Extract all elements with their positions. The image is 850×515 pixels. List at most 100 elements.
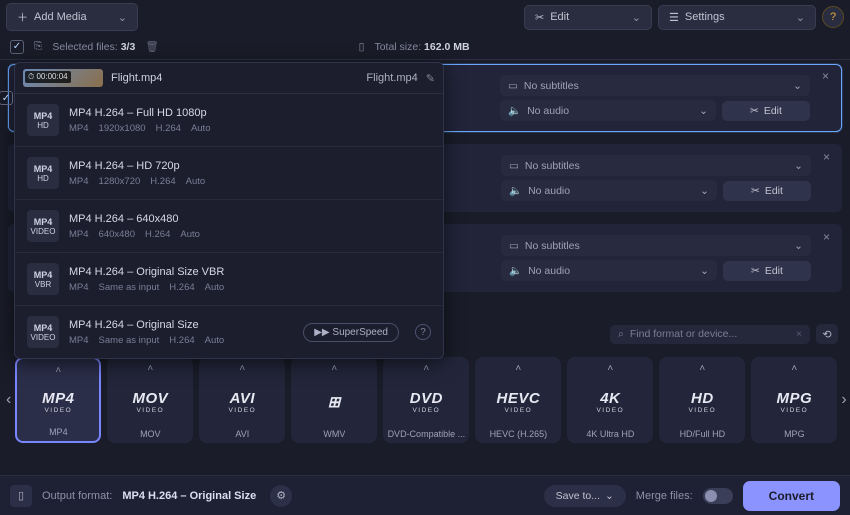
format-card-hevc-h-265-[interactable]: ˄ HEVC VIDEO HEVC (H.265) [475, 357, 561, 443]
audio-select[interactable]: 🔈 No audio ⌄ [501, 180, 717, 201]
format-label: AVI [235, 429, 249, 443]
edit-button[interactable]: ✂ Edit [723, 261, 811, 281]
scissors-icon: ✂ [751, 265, 760, 277]
format-label: WMV [323, 429, 345, 443]
add-media-button[interactable]: ＋ Add Media ⌄ [6, 3, 138, 31]
selected-files-label: Selected files: 3/3 [52, 41, 135, 53]
chevron-up-icon: ˄ [515, 363, 521, 374]
audio-value: No audio [527, 105, 569, 117]
superspeed-badge: ▶▶ SuperSpeed [303, 323, 399, 342]
merge-files-label: Merge files: [636, 490, 693, 502]
settings-menu-label: Settings [685, 11, 725, 23]
preset-meta: MP41280x720H.264Auto [69, 176, 431, 187]
help-button[interactable]: ? [822, 6, 844, 28]
settings-icon: ☰ [669, 11, 679, 24]
preset-title: MP4 H.264 – Original Size [69, 319, 293, 331]
format-card-mov[interactable]: ˄ MOV VIDEO MOV [107, 357, 193, 443]
scroll-left-button[interactable]: ‹ [6, 360, 11, 440]
add-media-label: Add Media [34, 11, 87, 23]
close-icon[interactable]: × [819, 150, 834, 164]
preset-item[interactable]: MP4VBR MP4 H.264 – Original Size VBR MP4… [15, 253, 443, 306]
chevron-down-icon: ⌄ [605, 490, 614, 502]
edit-button[interactable]: ✂ Edit [723, 181, 811, 201]
subtitle-icon: ▭ [509, 240, 519, 252]
speaker-icon: 🔈 [509, 184, 522, 197]
format-icon: MP4HD [27, 157, 59, 189]
output-format-value: MP4 H.264 – Original Size [122, 490, 256, 502]
pencil-icon[interactable]: ✎ [426, 72, 435, 85]
chevron-down-icon: ⌄ [796, 11, 805, 24]
format-card-dvd-compatible-[interactable]: ˄ DVD VIDEO DVD-Compatible ... [383, 357, 469, 443]
chevron-down-icon: ⌄ [794, 160, 803, 172]
convert-button[interactable]: Convert [743, 481, 840, 511]
audio-select[interactable]: 🔈 No audio ⌄ [500, 100, 716, 121]
preset-item[interactable]: MP4VIDEO MP4 H.264 – 640x480 MP4640x480H… [15, 200, 443, 253]
file-name: Flight.mp4 [111, 72, 162, 84]
preset-title: MP4 H.264 – HD 720p [69, 160, 431, 172]
reset-filters-button[interactable]: ⟲ [816, 324, 838, 344]
chevron-down-icon: ⌄ [700, 265, 709, 277]
settings-menu-button[interactable]: ☰ Settings ⌄ [658, 5, 816, 30]
format-logo: MP4 VIDEO [42, 380, 74, 423]
subtitle-icon: ▭ [508, 80, 518, 92]
info-icon[interactable]: ? [415, 324, 431, 340]
subtitles-select[interactable]: ▭ No subtitles ⌄ [501, 155, 811, 176]
file-checkbox[interactable] [0, 91, 13, 105]
format-card-hd-full-hd[interactable]: ˄ HD VIDEO HD/Full HD [659, 357, 745, 443]
format-card-mpg[interactable]: ˄ MPG VIDEO MPG [751, 357, 837, 443]
preset-title: MP4 H.264 – Full HD 1080p [69, 107, 431, 119]
output-settings-button[interactable]: ⚙ [270, 485, 292, 507]
scissors-icon: ✂ [750, 105, 759, 117]
audio-select[interactable]: 🔈 No audio ⌄ [501, 260, 717, 281]
chevron-up-icon: ˄ [423, 363, 429, 374]
convert-label: Convert [769, 489, 814, 503]
preset-item[interactable]: MP4VIDEO MP4 H.264 – Original Size MP4Sa… [15, 306, 443, 358]
chevron-down-icon: ⌄ [700, 185, 709, 197]
format-card-mp4[interactable]: ˄ MP4 VIDEO MP4 [15, 357, 101, 443]
speaker-icon: 🔈 [509, 264, 522, 277]
merge-files-toggle[interactable] [703, 488, 733, 504]
edit-menu-button[interactable]: ✂ Edit ⌄ [524, 5, 652, 30]
preset-item[interactable]: MP4HD MP4 H.264 – HD 720p MP41280x720H.2… [15, 147, 443, 200]
edit-button[interactable]: ✂ Edit [722, 101, 810, 121]
format-logo: AVI VIDEO [228, 378, 256, 425]
format-label: MPG [784, 429, 805, 443]
speaker-icon: 🔈 [508, 104, 521, 117]
clear-icon[interactable]: × [796, 328, 802, 340]
close-icon[interactable]: × [818, 69, 833, 83]
format-card-wmv[interactable]: ˄ ⊞ WMV [291, 357, 377, 443]
format-search-input[interactable]: ⌕ Find format or device... × [610, 325, 810, 344]
copy-icon: ⎘ [34, 40, 42, 53]
format-label: 4K Ultra HD [586, 429, 634, 443]
format-card-4k-ultra-hd[interactable]: ˄ 4K VIDEO 4K Ultra HD [567, 357, 653, 443]
output-format-label: Output format: [42, 490, 112, 502]
select-all-checkbox[interactable] [10, 40, 24, 54]
format-icon: MP4VIDEO [27, 210, 59, 242]
chevron-down-icon: ⌄ [794, 240, 803, 252]
subtitles-value: No subtitles [524, 80, 579, 92]
scroll-right-button[interactable]: › [841, 360, 846, 440]
close-icon[interactable]: × [819, 230, 834, 244]
chevron-down-icon: ⌄ [793, 80, 802, 92]
subtitles-select[interactable]: ▭ No subtitles ⌄ [501, 235, 811, 256]
chevron-up-icon: ˄ [791, 363, 797, 374]
preset-meta: MP4Same as inputH.264Auto [69, 282, 431, 293]
file-icon: ▯ [359, 41, 365, 53]
save-to-button[interactable]: Save to... ⌄ [544, 485, 626, 507]
chevron-up-icon: ˄ [607, 363, 613, 374]
preset-item[interactable]: MP4HD MP4 H.264 – Full HD 1080p MP41920x… [15, 94, 443, 147]
format-logo: DVD VIDEO [410, 378, 443, 425]
preset-meta: MP4640x480H.264Auto [69, 229, 431, 240]
format-logo: 4K VIDEO [596, 378, 624, 425]
preset-meta: MP41920x1080H.264Auto [69, 123, 431, 134]
format-label: MP4 [49, 427, 68, 441]
edit-label: Edit [764, 105, 782, 117]
preset-title: MP4 H.264 – 640x480 [69, 213, 431, 225]
subtitles-select[interactable]: ▭ No subtitles ⌄ [500, 75, 810, 96]
format-card-avi[interactable]: ˄ AVI VIDEO AVI [199, 357, 285, 443]
trash-icon[interactable]: 🗑 [145, 40, 158, 53]
sliders-icon: ✂ [535, 11, 544, 24]
format-logo: HEVC VIDEO [496, 378, 540, 425]
chevron-up-icon: ˄ [55, 365, 61, 376]
format-label: HD/Full HD [680, 429, 726, 443]
